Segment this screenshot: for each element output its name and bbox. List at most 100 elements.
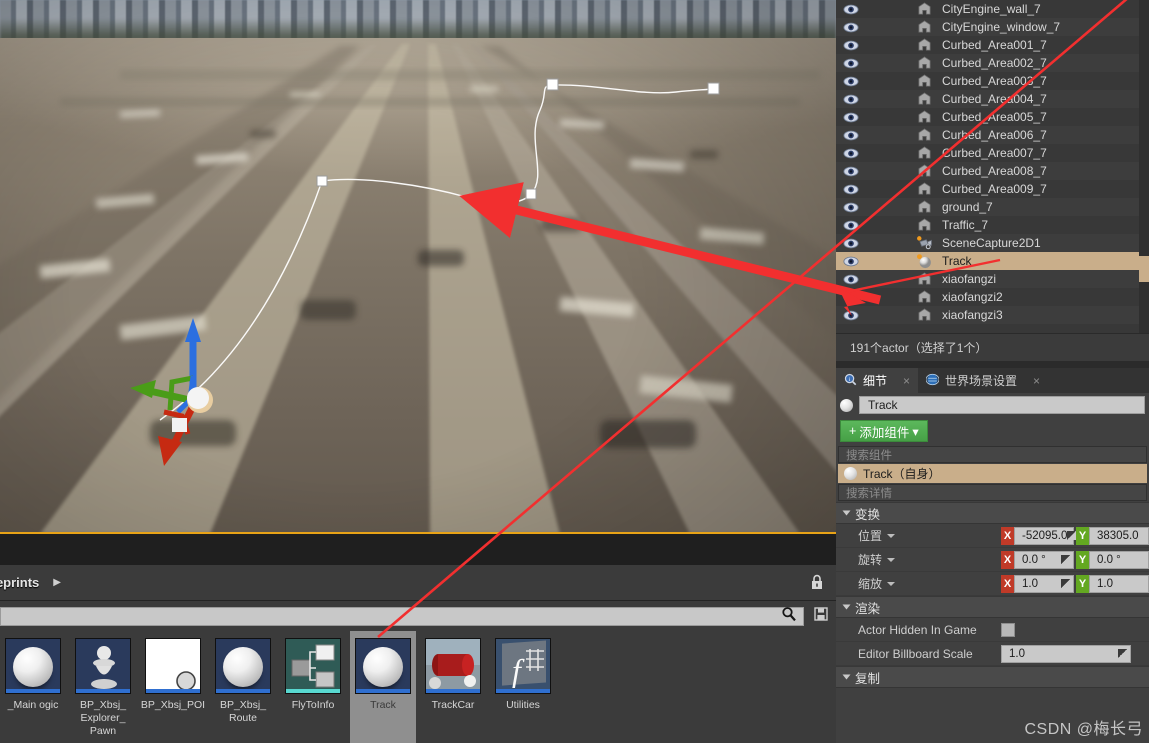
asset-tile-_mainogic[interactable]: _Main ogic: [0, 631, 66, 743]
spinner-icon[interactable]: [1118, 649, 1127, 658]
eye-icon[interactable]: [836, 310, 866, 321]
axis-x-input[interactable]: -52095.0: [1014, 526, 1077, 545]
save-icon[interactable]: [806, 606, 836, 626]
vector-value[interactable]: X 0.0 ° Y 0.0 °: [1001, 550, 1149, 569]
expand-triangle-icon[interactable]: [842, 510, 851, 516]
component-search-input[interactable]: 搜索组件: [838, 446, 1147, 463]
eye-icon[interactable]: [836, 40, 866, 51]
axis-y[interactable]: Y 0.0 °: [1076, 550, 1149, 569]
outliner-row-curbed_area003_7[interactable]: Curbed_Area003_7: [836, 72, 1149, 90]
asset-tile-bp_xbsj_explorer_pawn[interactable]: BP_Xbsj_ Explorer_ Pawn: [70, 631, 136, 743]
content-browser-asset-grid[interactable]: _Main ogic BP_Xbsj_ Explorer_ Pawn BP_Xb…: [0, 631, 836, 743]
outliner-row-curbed_area004_7[interactable]: Curbed_Area004_7: [836, 90, 1149, 108]
outliner-row-curbed_area006_7[interactable]: Curbed_Area006_7: [836, 126, 1149, 144]
outliner-row-cityengine_window_7[interactable]: CityEngine_window_7: [836, 18, 1149, 36]
outliner-list[interactable]: CityEngine_wall_7 CityEngine_window_7 Cu…: [836, 0, 1149, 324]
asset-tile-track[interactable]: Track: [350, 631, 416, 743]
eye-icon[interactable]: [836, 202, 866, 213]
spinner-icon[interactable]: [1061, 579, 1070, 588]
eye-icon[interactable]: [836, 76, 866, 87]
outliner-row-xiaofangzi2[interactable]: xiaofangzi2: [836, 288, 1149, 306]
property-row-Editor Billboard Scale[interactable]: Editor Billboard Scale 1.0: [836, 642, 1149, 666]
eye-icon[interactable]: [836, 220, 866, 231]
vector-value[interactable]: X -52095.0 Y 38305.0: [1001, 526, 1149, 545]
eye-icon[interactable]: [836, 58, 866, 69]
details-tab-bar[interactable]: i 细节 × 世界场景设置 ×: [836, 368, 1149, 393]
axis-y-input[interactable]: 0.0 °: [1089, 550, 1149, 569]
asset-tile-bp_xbsj_route[interactable]: BP_Xbsj_ Route: [210, 631, 276, 743]
component-row-track-self[interactable]: Track（自身）: [838, 464, 1147, 483]
asset-tile-flytoinfo[interactable]: FlyToInfo: [280, 631, 346, 743]
actor-name-row[interactable]: Track: [836, 393, 1149, 417]
asset-tile-utilities[interactable]: f Utilities: [490, 631, 556, 743]
details-sections[interactable]: 变换 位置 X -52095.0 Y 38305.0 旋转 X 0.0 ° Y …: [836, 502, 1149, 688]
asset-tile-trackcar[interactable]: TrackCar: [420, 631, 486, 743]
lock-icon[interactable]: [810, 574, 824, 595]
eye-icon[interactable]: [836, 94, 866, 105]
eye-icon[interactable]: [836, 148, 866, 159]
checkbox-cell[interactable]: [1001, 622, 1149, 637]
outliner-row-curbed_area001_7[interactable]: Curbed_Area001_7: [836, 36, 1149, 54]
eye-icon[interactable]: [836, 274, 866, 285]
chevron-down-icon[interactable]: [887, 533, 896, 538]
eye-icon[interactable]: [836, 184, 866, 195]
outliner-scrollbar-thumb[interactable]: [1139, 256, 1149, 282]
tab-details-close[interactable]: ×: [903, 374, 910, 388]
outliner-row-curbed_area007_7[interactable]: Curbed_Area007_7: [836, 144, 1149, 162]
eye-icon[interactable]: [836, 256, 866, 267]
eye-icon[interactable]: [836, 292, 866, 303]
text-cell[interactable]: 1.0: [1001, 644, 1149, 663]
outliner-row-scenecapture2d1[interactable]: SceneCapture2D1: [836, 234, 1149, 252]
eye-icon[interactable]: [836, 166, 866, 177]
blueprints-toolbar[interactable]: ueprints ▶: [0, 565, 836, 601]
outliner-row-cityengine_wall_7[interactable]: CityEngine_wall_7: [836, 0, 1149, 18]
axis-y-input[interactable]: 1.0: [1089, 574, 1149, 593]
tab-world-settings-close[interactable]: ×: [1033, 374, 1040, 388]
add-component-button[interactable]: + 添加组件 ▾: [840, 420, 928, 442]
add-component-row[interactable]: + 添加组件 ▾: [836, 417, 1149, 445]
outliner-row-track[interactable]: Track: [836, 252, 1149, 270]
section-header-变换[interactable]: 变换: [836, 502, 1149, 524]
property-row-缩放[interactable]: 缩放 X 1.0 Y 1.0: [836, 572, 1149, 596]
tab-details[interactable]: i 细节 ×: [836, 368, 919, 393]
outliner-row-xiaofangzi[interactable]: xiaofangzi: [836, 270, 1149, 288]
property-row-Actor Hidden In Game[interactable]: Actor Hidden In Game: [836, 618, 1149, 642]
eye-icon[interactable]: [836, 22, 866, 33]
tab-world-settings[interactable]: 世界场景设置 ×: [918, 368, 1048, 393]
axis-x[interactable]: X 1.0: [1001, 574, 1074, 593]
level-viewport[interactable]: [0, 0, 836, 534]
actor-name-field[interactable]: Track: [859, 396, 1145, 414]
chevron-down-icon[interactable]: [887, 581, 896, 586]
section-header-渲染[interactable]: 渲染: [836, 596, 1149, 618]
chevron-right-icon[interactable]: ▶: [53, 577, 61, 588]
outliner-row-curbed_area009_7[interactable]: Curbed_Area009_7: [836, 180, 1149, 198]
axis-x-input[interactable]: 0.0 °: [1014, 550, 1074, 569]
outliner-row-curbed_area005_7[interactable]: Curbed_Area005_7: [836, 108, 1149, 126]
expand-triangle-icon[interactable]: [842, 604, 851, 610]
vector-value[interactable]: X 1.0 Y 1.0: [1001, 574, 1149, 593]
outliner-row-curbed_area008_7[interactable]: Curbed_Area008_7: [836, 162, 1149, 180]
outliner-row-ground_7[interactable]: ground_7: [836, 198, 1149, 216]
section-header-复制[interactable]: 复制: [836, 666, 1149, 688]
details-panel[interactable]: i 细节 × 世界场景设置 × Track + 添加组件 ▾ 搜索组件 Trac…: [836, 368, 1149, 743]
billboard-scale-input[interactable]: 1.0: [1001, 644, 1131, 663]
details-search-input[interactable]: 搜索详情: [838, 484, 1147, 501]
translate-gizmo[interactable]: [100, 300, 280, 480]
axis-x[interactable]: X -52095.0: [1001, 526, 1077, 545]
outliner-row-traffic_7[interactable]: Traffic_7: [836, 216, 1149, 234]
outliner-scrollbar[interactable]: [1139, 0, 1149, 333]
world-outliner[interactable]: CityEngine_wall_7 CityEngine_window_7 Cu…: [836, 0, 1149, 333]
axis-x[interactable]: X 0.0 °: [1001, 550, 1074, 569]
property-row-旋转[interactable]: 旋转 X 0.0 ° Y 0.0 °: [836, 548, 1149, 572]
expand-triangle-icon[interactable]: [842, 674, 851, 680]
outliner-row-xiaofangzi3[interactable]: xiaofangzi3: [836, 306, 1149, 324]
axis-y-input[interactable]: 38305.0: [1089, 526, 1149, 545]
spinner-icon[interactable]: [1061, 555, 1070, 564]
axis-y[interactable]: Y 1.0: [1076, 574, 1149, 593]
axis-y[interactable]: Y 38305.0: [1076, 526, 1149, 545]
eye-icon[interactable]: [836, 130, 866, 141]
property-row-位置[interactable]: 位置 X -52095.0 Y 38305.0: [836, 524, 1149, 548]
eye-icon[interactable]: [836, 4, 866, 15]
asset-tile-bp_xbsj_poi[interactable]: BP_Xbsj_POI: [140, 631, 206, 743]
eye-icon[interactable]: [836, 238, 866, 249]
